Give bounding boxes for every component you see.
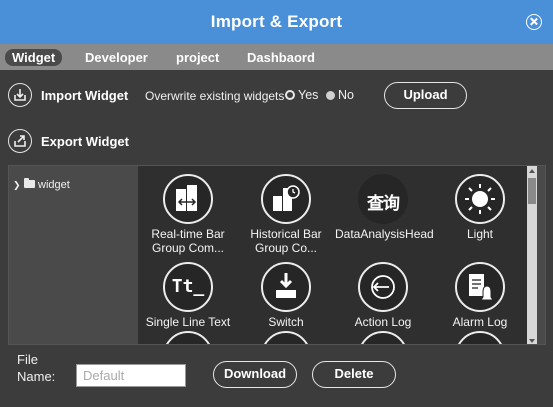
scroll-down-icon[interactable] xyxy=(529,339,535,343)
upload-button[interactable]: Upload xyxy=(384,82,467,109)
alarm-log-icon xyxy=(455,262,505,312)
widget-item[interactable]: Alarm Log xyxy=(432,262,528,329)
import-icon xyxy=(8,83,32,107)
overwrite-yes-label: Yes xyxy=(298,88,319,102)
widget-item-partial[interactable] xyxy=(335,331,431,344)
widget-item[interactable]: Action Log xyxy=(335,262,431,329)
tab-widget[interactable]: Widget xyxy=(5,49,63,66)
widget-icon xyxy=(358,331,408,344)
widget-item[interactable]: Switch xyxy=(238,262,334,329)
widget-label: Switch xyxy=(268,315,304,329)
widget-tree: ❯ widget xyxy=(9,166,138,344)
scroll-up-icon[interactable] xyxy=(529,169,535,173)
action-log-icon xyxy=(358,262,408,312)
radio-unselected-icon xyxy=(326,91,335,100)
tab-dashboard[interactable]: Dashbaord xyxy=(240,49,322,66)
widget-item[interactable]: Tt_ Single Line Text xyxy=(140,262,236,329)
delete-button[interactable]: Delete xyxy=(312,361,396,388)
widget-label: DataAnalysisHead xyxy=(335,227,434,241)
widget-item[interactable]: Light xyxy=(432,174,528,241)
tab-project[interactable]: project xyxy=(169,49,226,66)
overwrite-no-radio[interactable]: No xyxy=(326,88,354,102)
file-name-label: File Name: xyxy=(17,351,55,385)
overwrite-yes-radio[interactable]: Yes xyxy=(285,88,318,102)
widget-item-partial[interactable] xyxy=(432,331,528,344)
widget-label: Single Line Text xyxy=(145,315,231,329)
import-title: Import Widget xyxy=(41,88,129,103)
widget-label: Real-time Bar Group Com... xyxy=(151,227,225,255)
vertical-scrollbar[interactable] xyxy=(527,166,537,344)
chevron-right-icon[interactable]: ❯ xyxy=(13,180,21,191)
widget-item-partial[interactable] xyxy=(238,331,334,344)
query-icon-glyph: 查询 xyxy=(367,194,400,214)
download-button[interactable]: Download xyxy=(213,361,297,388)
dialog-title: Import & Export xyxy=(210,12,343,31)
widget-label: Light xyxy=(466,227,494,241)
widget-browser: ❯ widget Real-time Bar Group Com... Hist… xyxy=(8,165,546,345)
folder-icon xyxy=(24,178,35,188)
widget-label: Alarm Log xyxy=(452,315,508,329)
tree-node-widget[interactable]: ❯ widget xyxy=(13,178,70,191)
file-name-input[interactable] xyxy=(76,364,186,387)
export-title: Export Widget xyxy=(41,134,129,149)
light-icon xyxy=(455,174,505,224)
tab-developer[interactable]: Developer xyxy=(78,49,155,66)
tab-bar: Widget Developer project Dashbaord xyxy=(0,44,553,70)
text-icon-glyph: Tt_ xyxy=(171,276,205,297)
text-icon: Tt_ xyxy=(163,262,213,312)
widget-item[interactable]: Historical Bar Group Co... xyxy=(238,174,334,255)
radio-selected-icon xyxy=(285,90,295,100)
export-section: Export Widget xyxy=(0,129,553,155)
tree-node-label: widget xyxy=(38,179,70,191)
export-icon[interactable] xyxy=(8,129,32,153)
historical-bar-icon xyxy=(261,174,311,224)
realtime-bar-icon xyxy=(163,174,213,224)
file-name-label-line2: Name: xyxy=(17,369,56,384)
close-icon[interactable] xyxy=(526,14,542,30)
widget-item[interactable]: Real-time Bar Group Com... xyxy=(140,174,236,255)
import-section: Import Widget Overwrite existing widgets… xyxy=(0,82,553,110)
title-bar: Import & Export xyxy=(0,0,553,44)
switch-icon xyxy=(261,262,311,312)
widget-grid: Real-time Bar Group Com... Historical Ba… xyxy=(138,166,537,344)
scrollbar-thumb[interactable] xyxy=(528,178,536,204)
widget-item-partial[interactable] xyxy=(140,331,236,344)
file-name-label-line1: File xyxy=(17,352,38,367)
widget-icon xyxy=(163,331,213,344)
overwrite-label: Overwrite existing widgets xyxy=(145,89,285,103)
query-icon: 查询 xyxy=(358,174,408,224)
widget-item[interactable]: 查询 DataAnalysisHead xyxy=(335,174,434,241)
widget-label: Historical Bar Group Co... xyxy=(250,227,322,255)
widget-label: Action Log xyxy=(354,315,412,329)
footer: File Name: Download Delete xyxy=(0,347,553,407)
widget-icon xyxy=(455,331,505,344)
overwrite-no-label: No xyxy=(338,88,354,102)
widget-icon xyxy=(261,331,311,344)
